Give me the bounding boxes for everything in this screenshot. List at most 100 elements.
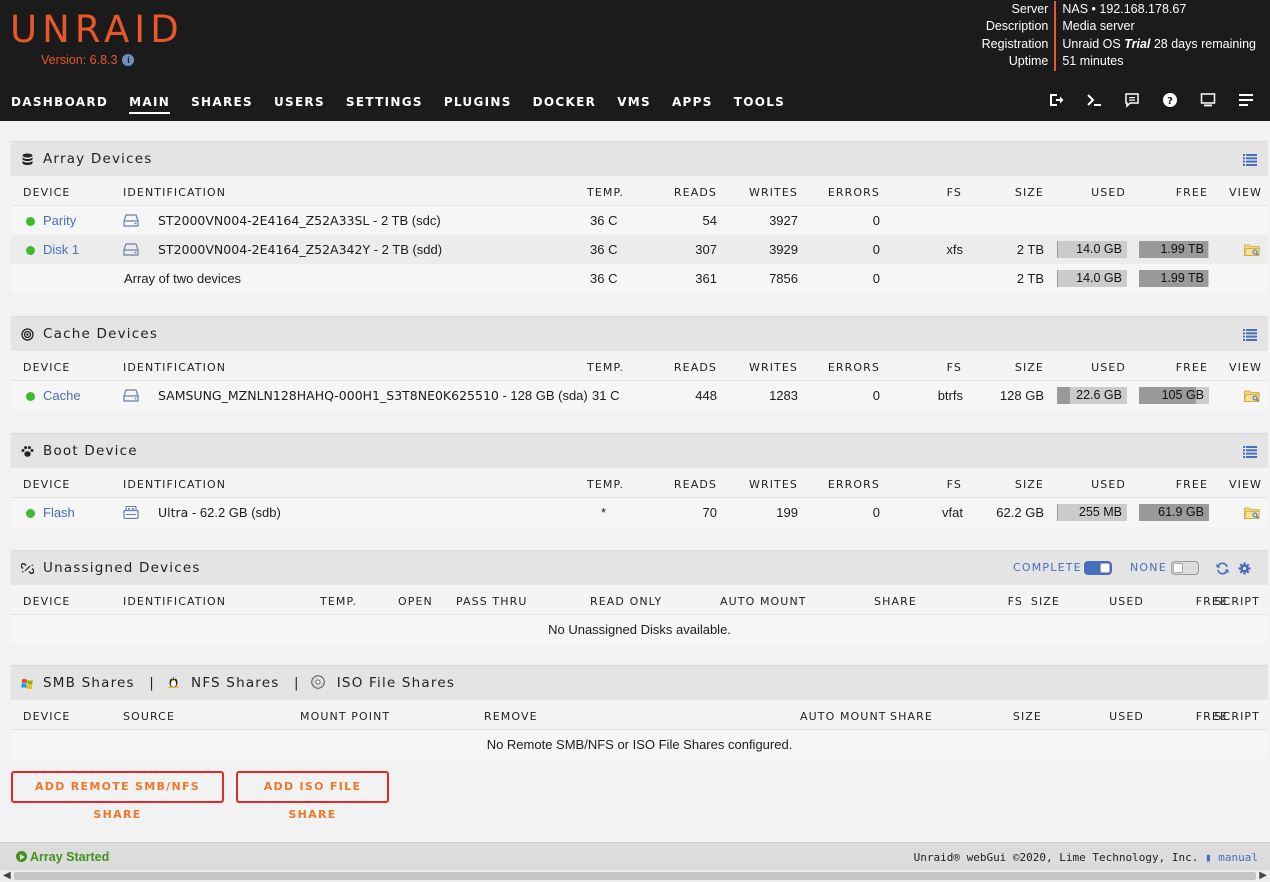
device-identification[interactable]: SAMSUNG_MZNLN128HAHQ-000H1_S3T8NE0K62551…	[158, 388, 588, 403]
col-errors: ERRORS	[827, 186, 880, 199]
table-row: Cache SAMSUNG_MZNLN128HAHQ-000H1_S3T8NE0…	[11, 381, 1268, 410]
table-header: DEVICE IDENTIFICATION TEMP. READS WRITES…	[11, 176, 1268, 206]
device-link[interactable]: Parity	[43, 213, 76, 228]
complete-toggle[interactable]	[1084, 561, 1112, 575]
manual-link[interactable]: ▮ manual	[1205, 851, 1258, 864]
tab-plugins[interactable]: PLUGINS	[444, 94, 512, 116]
tab-shares[interactable]: SHARES	[191, 94, 253, 116]
col-used: USED	[1091, 478, 1126, 491]
device-link[interactable]: Disk 1	[43, 242, 79, 257]
size-value: 2 TB	[1016, 271, 1044, 286]
tab-settings[interactable]: SETTINGS	[346, 94, 423, 116]
col-errors: ERRORS	[827, 361, 880, 374]
col-temp: TEMP.	[587, 186, 625, 199]
unassigned-devices-panel: Unassigned Devices COMPLETE NONE DEVICE …	[11, 550, 1268, 644]
table-header: DEVICE IDENTIFICATION TEMP. READS WRITES…	[11, 351, 1268, 381]
header: UNRAID Version: 6.8.3 i Server NAS • 192.1…	[0, 0, 1270, 121]
col-errors: ERRORS	[827, 478, 880, 491]
empty-message: No Unassigned Disks available.	[11, 615, 1268, 644]
logout-icon[interactable]	[1048, 92, 1064, 108]
writes-value: 1283	[769, 388, 798, 403]
used-bar: 14.0 GB	[1057, 241, 1127, 258]
temp-value: *	[601, 505, 607, 520]
device-identification[interactable]: ST2000VN004-2E4164_Z52A33SL - 2 TB (sdc)	[158, 213, 441, 228]
col-source: SOURCE	[123, 710, 176, 723]
terminal-icon[interactable]	[1086, 92, 1102, 108]
folder-icon[interactable]	[1244, 506, 1260, 519]
menu-icon[interactable]	[1238, 92, 1254, 108]
svg-text:?: ?	[1167, 96, 1173, 107]
tab-vms[interactable]: VMS	[617, 94, 651, 116]
device-link[interactable]: Cache	[43, 388, 81, 403]
size-value: 128 GB	[999, 388, 1044, 403]
errors-value: 0	[872, 213, 880, 228]
col-used: USED	[1109, 595, 1144, 608]
fs-value: vfat	[942, 505, 963, 520]
log-icon[interactable]	[1124, 92, 1140, 108]
gear-icon[interactable]	[1238, 562, 1251, 575]
table-row: Parity ST2000VN004-2E4164_Z52A33SL - 2 T…	[11, 206, 1268, 235]
col-auto-mount: AUTO MOUNT	[800, 710, 887, 723]
device-identification[interactable]: ST2000VN004-2E4164_Z52A342Y - 2 TB (sdd)	[158, 242, 442, 257]
reads-value: 54	[702, 213, 717, 228]
tab-tools[interactable]: TOOLS	[734, 94, 785, 116]
tab-apps[interactable]: APPS	[672, 94, 713, 116]
array-summary-label: Array of two devices	[124, 271, 242, 286]
tab-users[interactable]: USERS	[274, 94, 325, 116]
array-devices-panel: Array Devices DEVICE IDENTIFICATION TEMP…	[11, 141, 1268, 293]
fs-value: btrfs	[937, 388, 963, 403]
scroll-left-icon[interactable]: ◀	[3, 870, 11, 882]
col-fs: FS	[946, 478, 962, 491]
tab-main[interactable]: MAIN	[129, 94, 171, 114]
col-fs: FS	[946, 186, 962, 199]
server-label: Server	[1011, 2, 1049, 16]
add-iso-file-share-button[interactable]: ADD ISO FILE SHARE	[236, 771, 389, 821]
info-icon[interactable]: i	[122, 54, 135, 66]
list-view-icon[interactable]	[1243, 446, 1257, 458]
tab-docker[interactable]: DOCKER	[533, 94, 597, 116]
paw-icon	[21, 445, 34, 458]
registration-value[interactable]: Unraid OS Trial 28 days remaining	[1054, 35, 1256, 54]
errors-value: 0	[872, 505, 880, 520]
array-devices-title: Array Devices	[11, 141, 1268, 176]
table-header: DEVICE SOURCE MOUNT POINT REMOVE AUTO MO…	[11, 700, 1268, 730]
list-view-icon[interactable]	[1243, 154, 1257, 166]
refresh-icon[interactable]	[1216, 562, 1229, 575]
folder-icon[interactable]	[1244, 243, 1260, 256]
none-toggle[interactable]	[1171, 561, 1199, 575]
status-dot	[26, 392, 35, 401]
target-icon	[21, 328, 34, 341]
status-dot	[26, 509, 35, 518]
list-view-icon[interactable]	[1243, 329, 1257, 341]
tab-dashboard[interactable]: DASHBOARD	[11, 94, 108, 116]
uptime-value: 51 minutes	[1054, 53, 1256, 71]
version-label[interactable]: Version: 6.8.3 i	[41, 53, 135, 67]
col-size: SIZE	[1030, 595, 1060, 608]
device-link[interactable]: Flash	[43, 505, 75, 520]
reads-value: 448	[695, 388, 717, 403]
device-identification[interactable]: Ultra - 62.2 GB (sdb)	[158, 505, 281, 520]
reads-value: 70	[702, 505, 717, 520]
add-remote-smb-nfs-share-button[interactable]: ADD REMOTE SMB/NFS SHARE	[11, 771, 224, 821]
col-view: VIEW	[1229, 361, 1262, 374]
col-used: USED	[1091, 186, 1126, 199]
horizontal-scrollbar[interactable]: ◀ ▶	[0, 869, 1270, 882]
col-temp: TEMP.	[587, 478, 625, 491]
monitor-icon[interactable]	[1200, 92, 1216, 108]
table-header: DEVICE IDENTIFICATION TEMP. OPEN PASS TH…	[11, 585, 1268, 615]
col-device: DEVICE	[23, 186, 71, 199]
help-icon[interactable]: ?	[1162, 92, 1178, 108]
col-open: OPEN	[398, 595, 433, 608]
col-device: DEVICE	[23, 361, 71, 374]
col-free: FREE	[1175, 361, 1208, 374]
col-auto-mount: AUTO MOUNT	[720, 595, 807, 608]
errors-value: 0	[872, 388, 880, 403]
unraid-logo[interactable]: UNRAID	[10, 10, 184, 50]
ssd-icon	[123, 389, 139, 402]
scrollbar-thumb[interactable]	[14, 872, 1256, 880]
writes-value: 3929	[769, 242, 798, 257]
folder-icon[interactable]	[1244, 389, 1260, 402]
panel-title: Cache Devices	[43, 326, 159, 342]
disc-icon	[311, 675, 326, 689]
scroll-right-icon[interactable]: ▶	[1259, 870, 1267, 882]
